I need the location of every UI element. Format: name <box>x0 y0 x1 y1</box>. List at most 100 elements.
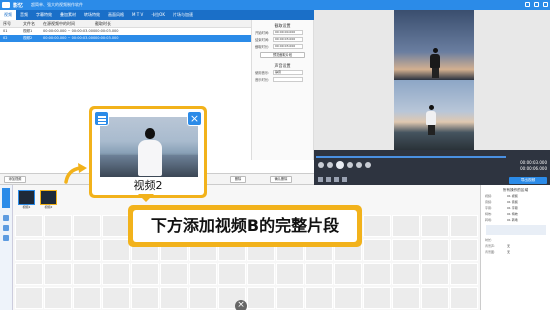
clip-thumbnail[interactable] <box>100 117 198 177</box>
timeline-slot[interactable] <box>44 263 72 285</box>
timeline-slot[interactable] <box>73 263 101 285</box>
volume-icon[interactable] <box>342 177 347 182</box>
timeline-slot[interactable] <box>102 287 130 309</box>
play-icon[interactable] <box>336 161 344 169</box>
duration-field[interactable]: 00:00:03.000 <box>273 44 303 49</box>
window-controls <box>525 2 548 7</box>
stop-icon[interactable] <box>347 162 353 168</box>
timeline-slot[interactable] <box>189 263 217 285</box>
timeline-slot[interactable] <box>363 287 391 309</box>
next-frame-icon[interactable] <box>365 162 371 168</box>
tab-overlay[interactable]: 叠加素材 <box>56 10 80 20</box>
timeline-slot[interactable] <box>15 287 43 309</box>
timeline-slot[interactable] <box>421 215 449 237</box>
start-time-field[interactable]: 00:00:00.000 <box>273 30 303 35</box>
layer-text-icon[interactable] <box>3 235 9 241</box>
arrow-icon <box>64 163 87 184</box>
rewind-icon[interactable] <box>327 162 333 168</box>
timeline-slot[interactable] <box>392 263 420 285</box>
table-row[interactable]: 02 视频2 00:00:00.000 ~ 00:00:03.000 00:00… <box>0 35 251 42</box>
timeline-slot[interactable] <box>421 287 449 309</box>
tab-transition[interactable]: 转场特效 <box>80 10 104 20</box>
tab-video[interactable]: 视频 <box>0 10 16 20</box>
timeline-slot[interactable] <box>363 239 391 261</box>
timeline-slot[interactable] <box>276 263 304 285</box>
prev-frame-icon[interactable] <box>318 162 324 168</box>
timeline-slot[interactable] <box>450 287 478 309</box>
timeline-slot[interactable] <box>392 287 420 309</box>
collapse-icon[interactable]: × <box>235 300 247 310</box>
table-row[interactable]: 01 视频1 00:00:00.000 ~ 00:00:03.000 00:00… <box>0 28 251 35</box>
layer-video-icon[interactable] <box>3 215 9 221</box>
timeline-slot[interactable] <box>247 263 275 285</box>
timeline-slot[interactable] <box>73 287 101 309</box>
video-preview[interactable] <box>394 10 474 150</box>
timeline-slot[interactable] <box>450 263 478 285</box>
timeline-slot[interactable] <box>160 263 188 285</box>
timeline-slot[interactable] <box>102 239 130 261</box>
export-button[interactable]: 导出视频 <box>509 177 547 184</box>
end-time-field[interactable]: 00:00:03.000 <box>273 37 303 42</box>
timeline-slot[interactable] <box>102 215 130 237</box>
timeline-slot[interactable] <box>102 263 130 285</box>
clip-popup-label: 视频2 <box>133 179 163 192</box>
timeline-slot[interactable] <box>73 215 101 237</box>
timeline-slot[interactable] <box>131 287 159 309</box>
list-icon[interactable] <box>94 111 109 126</box>
music-duration-field[interactable] <box>273 77 303 82</box>
delete-button[interactable]: 删除 <box>230 176 246 183</box>
maximize-icon[interactable] <box>534 2 539 7</box>
timeline-slot[interactable] <box>392 215 420 237</box>
music-select[interactable]: 静音 <box>273 70 303 75</box>
timeline-slot[interactable] <box>131 263 159 285</box>
timeline-slot[interactable] <box>247 287 275 309</box>
timeline-slot[interactable] <box>363 263 391 285</box>
close-window-icon[interactable] <box>543 2 548 7</box>
seek-bar[interactable] <box>316 156 506 158</box>
timeline-slot[interactable] <box>305 287 333 309</box>
timeline-slot[interactable] <box>218 263 246 285</box>
timeline-slot[interactable] <box>334 263 362 285</box>
timeline-slot[interactable] <box>421 263 449 285</box>
timeline-slot[interactable] <box>392 239 420 261</box>
minimize-icon[interactable] <box>525 2 530 7</box>
prop-value[interactable]: 无 <box>507 249 510 255</box>
timeline-slot[interactable] <box>73 239 101 261</box>
tab-mtv[interactable]: M T V <box>128 10 147 20</box>
timeline-slot[interactable] <box>15 215 43 237</box>
row-filename: 视频1 <box>23 29 33 33</box>
snapshot-icon[interactable] <box>326 177 331 182</box>
tab-karaoke[interactable]: 卡拉OK <box>147 10 169 20</box>
prop-value[interactable]: 01 转场 <box>507 217 518 223</box>
close-icon[interactable]: × <box>187 111 202 126</box>
tab-style[interactable]: 画面风格 <box>104 10 128 20</box>
tab-audio[interactable]: 音频 <box>16 10 32 20</box>
confirm-delete-button[interactable]: 确认删除 <box>270 176 292 183</box>
timeline-slot[interactable] <box>421 239 449 261</box>
timeline-slot[interactable] <box>160 287 188 309</box>
tab-subtitle[interactable]: 字幕特效 <box>32 10 56 20</box>
timeline-slot[interactable] <box>44 287 72 309</box>
timeline-slot[interactable] <box>44 239 72 261</box>
timeline-slot[interactable] <box>305 263 333 285</box>
timeline-slot[interactable] <box>189 287 217 309</box>
fullscreen-icon[interactable] <box>318 177 323 182</box>
timeline-clip-2[interactable] <box>40 190 57 205</box>
timeline-slot[interactable] <box>15 239 43 261</box>
forward-icon[interactable] <box>356 162 362 168</box>
timeline-slot[interactable] <box>15 263 43 285</box>
timeline-slot[interactable] <box>363 215 391 237</box>
timeline-clip-1[interactable] <box>18 190 35 205</box>
layer-audio-icon[interactable] <box>3 225 9 231</box>
prop-row: 背景图: 无 <box>481 249 550 255</box>
preview-clip-button[interactable]: 预览截取片段 <box>260 52 305 58</box>
add-video-button[interactable]: 添加视频 <box>4 176 26 183</box>
timeline-slot[interactable] <box>450 215 478 237</box>
timeline-slot[interactable] <box>334 287 362 309</box>
folder-icon[interactable] <box>334 177 339 182</box>
timeline-slot[interactable] <box>44 215 72 237</box>
tab-speed[interactable]: 片场与加速 <box>169 10 197 20</box>
timeline-slot[interactable] <box>450 239 478 261</box>
instruction-text: 下方添加视频B的完整片段 <box>133 210 357 242</box>
timeline-slot[interactable] <box>276 287 304 309</box>
